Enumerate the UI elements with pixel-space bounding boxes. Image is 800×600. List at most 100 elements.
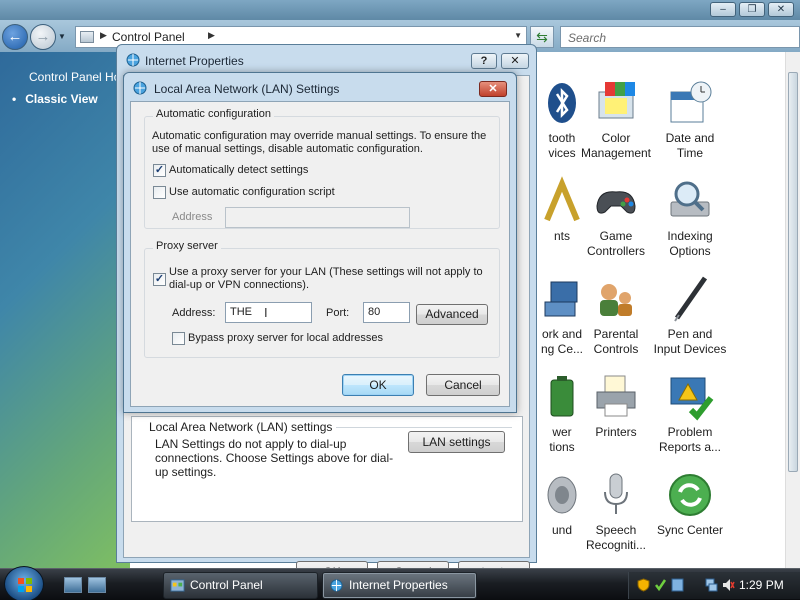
cp-item-problem-reports[interactable]: Problem Reports a... (652, 372, 728, 455)
maximize-button[interactable]: ❐ (739, 2, 765, 17)
breadcrumb-chevron-icon[interactable]: ▶ (208, 30, 215, 41)
vertical-scrollbar[interactable] (785, 52, 800, 568)
internet-properties-icon (133, 81, 147, 95)
dialog-body: Automatic configuration Automatic config… (130, 101, 510, 407)
close-button[interactable]: ✕ (501, 53, 529, 69)
search-placeholder: Search (568, 31, 607, 45)
proxy-address-field[interactable]: THE I (225, 302, 312, 323)
parental-controls-icon (591, 274, 641, 324)
proxy-address-label: Address: (172, 307, 216, 319)
cp-item-speech-recognition[interactable]: Speech Recogniti... (578, 470, 654, 553)
back-button[interactable]: ← (2, 24, 28, 50)
security-shield-icon[interactable] (637, 578, 650, 592)
task-pane: Control Panel Home • Classic View (0, 52, 137, 568)
taskbar-button-control-panel[interactable]: Control Panel (163, 572, 318, 599)
cancel-button[interactable]: Cancel (426, 374, 500, 396)
windows-logo-icon (18, 578, 32, 592)
cp-item-label: Sync Center (656, 523, 724, 537)
taskbar: Control Panel Internet Properties 1:29 P… (0, 566, 800, 600)
close-button[interactable]: ✕ (479, 81, 507, 97)
control-panel-icon (170, 579, 185, 592)
volume-icon[interactable] (722, 578, 735, 592)
minimize-button[interactable]: – (710, 2, 736, 17)
proxy-port-label: Port: (326, 307, 350, 319)
windows-update-icon[interactable] (671, 578, 684, 592)
taskbar-button-internet-properties[interactable]: Internet Properties (322, 572, 477, 599)
gamepad-icon (591, 176, 641, 226)
group-label: Automatic configuration (153, 108, 274, 120)
sync-icon (665, 470, 715, 520)
forward-button[interactable]: → (30, 24, 56, 50)
cp-item-label: Problem Reports a... (658, 425, 722, 454)
cp-item-label: Date and Time (665, 131, 715, 160)
lan-settings-dialog: Local Area Network (LAN) Settings ✕ Auto… (123, 72, 517, 413)
bullet-icon: • (12, 92, 17, 106)
recent-pages-dropdown-icon[interactable]: ▼ (58, 32, 66, 41)
bypass-local-checkbox[interactable] (172, 332, 185, 345)
help-button[interactable]: ? (471, 53, 497, 69)
cp-item-label: Indexing Options (667, 229, 713, 258)
internet-properties-icon (330, 579, 343, 592)
cp-item-color-management[interactable]: Color Management (578, 78, 654, 161)
problem-reports-icon (665, 372, 715, 422)
calendar-clock-icon (665, 78, 715, 128)
cp-item-date-and-time[interactable]: Date and Time (652, 78, 728, 161)
switch-windows-icon[interactable] (88, 577, 106, 593)
cp-item-game-controllers[interactable]: Game Controllers (578, 176, 654, 259)
address-dropdown-icon[interactable]: ▼ (514, 31, 522, 40)
cp-item-parental-controls[interactable]: Parental Controls (578, 274, 654, 357)
use-proxy-checkbox[interactable]: ✓ (153, 273, 166, 286)
lan-settings-group-label: Local Area Network (LAN) settings (149, 420, 337, 434)
classic-view-link[interactable]: • Classic View (12, 92, 98, 106)
auto-detect-label[interactable]: Automatically detect settings (169, 164, 308, 177)
clock[interactable]: 1:29 PM (739, 578, 784, 592)
auto-detect-checkbox[interactable]: ✓ (153, 164, 166, 177)
cp-item-label: Color Management (580, 131, 652, 160)
network-tray-icon[interactable] (705, 578, 718, 592)
task-label: Control Panel (190, 578, 263, 592)
cp-item-label: Parental Controls (593, 327, 639, 356)
breadcrumb-control-panel[interactable]: Control Panel (112, 30, 185, 44)
lan-settings-description: LAN Settings do not apply to dial-up con… (155, 437, 394, 479)
cp-item-label: Printers (595, 425, 637, 439)
checkmark-icon[interactable] (654, 578, 667, 592)
internet-properties-icon (126, 53, 140, 67)
proxy-server-group: Proxy server ✓ Use a proxy server for yo… (144, 240, 500, 358)
pen-icon (665, 274, 715, 324)
start-button[interactable] (4, 566, 44, 600)
bypass-local-label[interactable]: Bypass proxy server for local addresses (188, 332, 383, 345)
notification-area: 1:29 PM (628, 572, 800, 599)
auto-config-description: Automatic configuration may override man… (152, 130, 487, 155)
close-button[interactable]: ✕ (768, 2, 794, 17)
proxy-port-field[interactable]: 80 (363, 302, 410, 323)
script-address-label: Address (172, 211, 213, 223)
divider (322, 427, 512, 428)
scrollbar-thumb[interactable] (788, 72, 798, 472)
use-proxy-label[interactable]: Use a proxy server for your LAN (These s… (169, 266, 487, 292)
auto-config-script-label[interactable]: Use automatic configuration script (169, 186, 335, 199)
cp-item-printers[interactable]: Printers (578, 372, 654, 440)
task-label: Internet Properties (349, 578, 448, 592)
control-panel-titlebar[interactable]: – ❐ ✕ (0, 0, 800, 20)
proxy-address-value: THE (230, 306, 252, 318)
cp-item-label: Pen and Input Devices (653, 327, 727, 356)
search-input[interactable]: Search (560, 26, 800, 48)
breadcrumb-chevron-icon[interactable]: ▶ (100, 30, 107, 41)
group-label: Proxy server (153, 240, 221, 252)
dialog-title: Local Area Network (LAN) Settings (154, 82, 340, 96)
script-address-field[interactable] (225, 207, 410, 228)
dialog-title: Internet Properties (145, 54, 244, 68)
cp-item-indexing-options[interactable]: Indexing Options (652, 176, 728, 259)
color-management-icon (591, 78, 641, 128)
cp-item-sync-center[interactable]: Sync Center (652, 470, 728, 538)
text-cursor-icon: I (264, 305, 268, 320)
show-desktop-icon[interactable] (64, 577, 82, 593)
advanced-button[interactable]: Advanced (416, 304, 488, 325)
ok-button[interactable]: OK (342, 374, 414, 396)
cp-item-pen-and-input[interactable]: Pen and Input Devices (652, 274, 728, 357)
connections-tab-panel: Local Area Network (LAN) settings LAN Se… (131, 416, 523, 522)
cp-item-label: Speech Recogniti... (585, 523, 647, 552)
printer-icon (591, 372, 641, 422)
auto-config-script-checkbox[interactable] (153, 186, 166, 199)
lan-settings-button[interactable]: LAN settings (408, 431, 505, 453)
